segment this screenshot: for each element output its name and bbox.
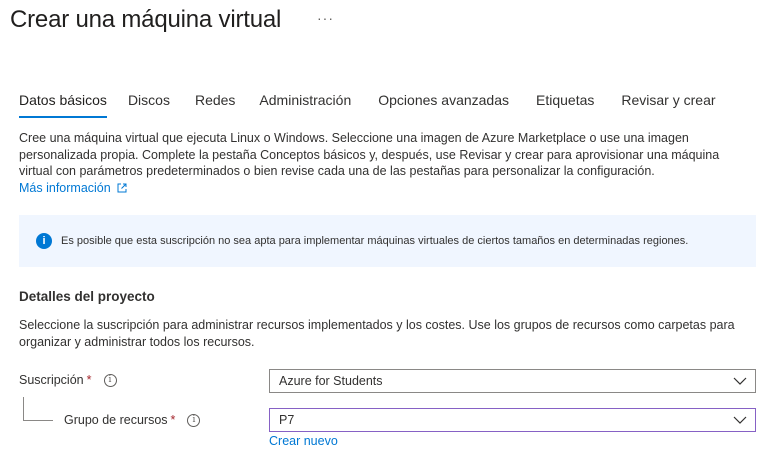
- subscription-value: Azure for Students: [279, 374, 383, 388]
- resource-group-label-text: Grupo de recursos: [64, 413, 168, 427]
- chevron-down-icon: [733, 416, 747, 424]
- resource-group-select[interactable]: P7: [269, 408, 756, 432]
- subscription-select[interactable]: Azure for Students: [269, 369, 756, 393]
- more-info-label[interactable]: Más información: [19, 181, 111, 195]
- more-options-button[interactable]: ···: [317, 10, 334, 26]
- tab-redes[interactable]: Redes: [195, 92, 235, 118]
- info-banner-text: Es posible que esta suscripción no sea a…: [61, 235, 689, 247]
- intro-text: Cree una máquina virtual que ejecuta Lin…: [19, 131, 720, 178]
- info-tooltip-icon[interactable]: i: [187, 413, 201, 427]
- chevron-down-icon: [733, 377, 747, 385]
- page-title: Crear una máquina virtual: [10, 6, 282, 33]
- required-mark: *: [86, 373, 92, 387]
- more-info-link[interactable]: Más información: [19, 181, 127, 195]
- tab-etiquetas[interactable]: Etiquetas: [536, 92, 594, 118]
- tab-administracion[interactable]: Administración: [259, 92, 351, 118]
- info-icon: i: [36, 233, 52, 249]
- section-title: Detalles del proyecto: [19, 289, 155, 304]
- tab-discos[interactable]: Discos: [128, 92, 170, 118]
- tree-connector-horizontal: [23, 420, 53, 421]
- create-new-link[interactable]: Crear nuevo: [269, 434, 338, 448]
- tab-revisar-y-crear[interactable]: Revisar y crear: [621, 92, 715, 118]
- subscription-label-text: Suscripción: [19, 373, 84, 387]
- tab-opciones-avanzadas[interactable]: Opciones avanzadas: [378, 92, 509, 118]
- tab-bar: Datos básicos Discos Redes Administració…: [19, 92, 716, 118]
- tab-datos-basicos[interactable]: Datos básicos: [19, 92, 107, 118]
- resource-group-value: P7: [279, 413, 295, 427]
- resource-group-label: Grupo de recursos * i: [64, 413, 201, 427]
- section-description: Seleccione la suscripción para administr…: [19, 318, 735, 349]
- info-banner: i Es posible que esta suscripción no sea…: [19, 215, 756, 267]
- info-tooltip-icon[interactable]: i: [103, 373, 117, 387]
- required-mark: *: [170, 413, 176, 427]
- external-link-icon: [117, 183, 127, 193]
- subscription-label: Suscripción * i: [19, 373, 117, 387]
- tree-connector-vertical: [23, 397, 24, 421]
